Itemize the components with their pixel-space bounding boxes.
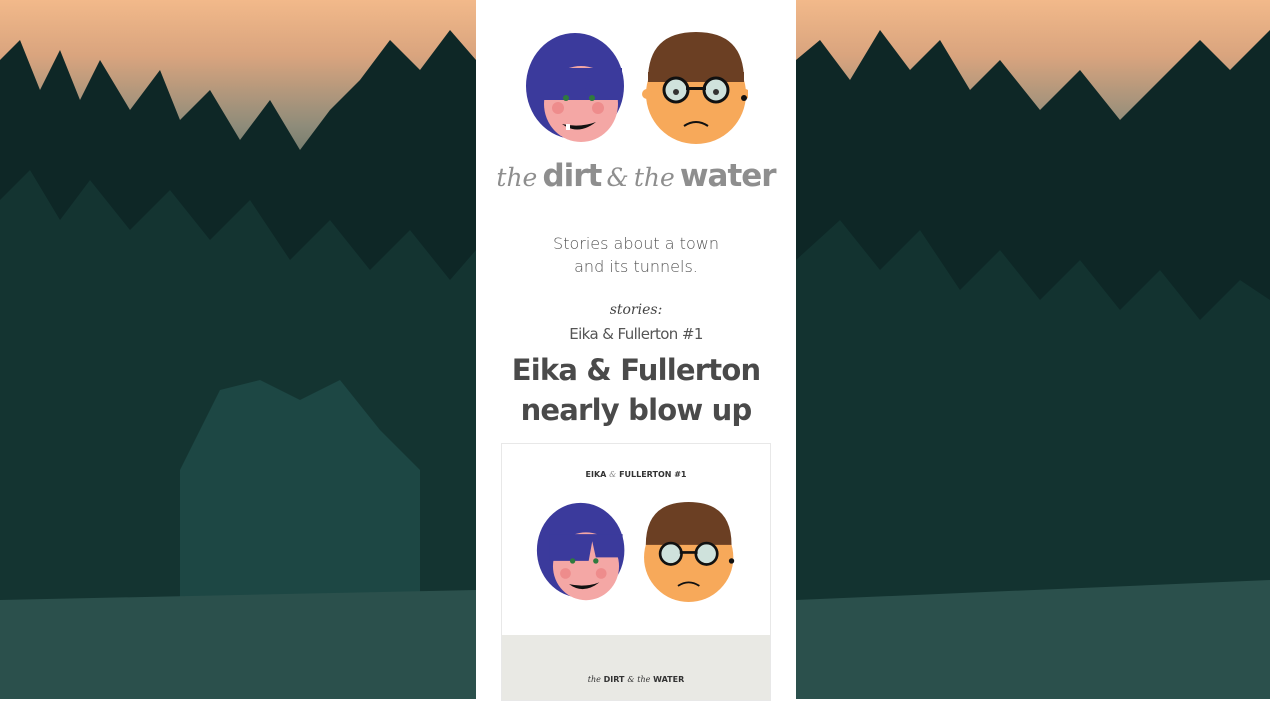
- characters-logo-illustration[interactable]: [526, 32, 748, 144]
- story-subtitle-link[interactable]: Eika & Fullerton #1: [476, 325, 796, 343]
- cover-heading-amp: &: [609, 470, 617, 479]
- main-column: the dirt & the water Stories about a tow…: [476, 0, 796, 701]
- cover-heading-eika: EIKA: [585, 470, 607, 479]
- story-title-line-1: Eika & Fullerton: [511, 353, 761, 387]
- eika-face-icon: [526, 33, 624, 142]
- story-title-link[interactable]: Eika & Fullerton nearly blow up: [476, 350, 796, 430]
- title-word-the: the: [496, 163, 538, 192]
- story-cover-image[interactable]: EIKA & FULLERTON #1 the DIRT & the WATER: [501, 443, 771, 701]
- cover-footer-dirt: DIRT: [603, 675, 625, 684]
- cover-heading: EIKA & FULLERTON #1: [502, 470, 770, 479]
- site-tagline: Stories about a town and its tunnels.: [476, 232, 796, 278]
- cover-fullerton-face-icon: [644, 502, 735, 602]
- tagline-line-1: Stories about a town: [553, 234, 719, 253]
- cover-footer-the-2: the: [637, 675, 651, 684]
- cover-footer-the: the: [587, 675, 601, 684]
- cover-footer-band: the DIRT & the WATER: [502, 635, 770, 700]
- stories-label: stories:: [609, 302, 663, 318]
- tagline-line-2: and its tunnels.: [574, 257, 698, 276]
- story-title-line-2: nearly blow up: [520, 393, 753, 427]
- title-word-the-2: the: [633, 163, 675, 192]
- cover-characters-illustration: [536, 502, 735, 602]
- title-ampersand: &: [606, 163, 629, 192]
- cover-footer-water: WATER: [653, 675, 685, 684]
- cover-footer-amp: &: [627, 675, 635, 684]
- fullerton-face-icon: [642, 32, 748, 144]
- cover-footer-text: the DIRT & the WATER: [502, 675, 770, 684]
- title-word-dirt: dirt: [542, 158, 602, 194]
- site-title[interactable]: the dirt & the water: [476, 158, 796, 194]
- cover-eika-face-icon: [536, 502, 625, 601]
- title-word-water: water: [679, 158, 777, 194]
- cover-heading-fullerton: FULLERTON #1: [619, 470, 687, 479]
